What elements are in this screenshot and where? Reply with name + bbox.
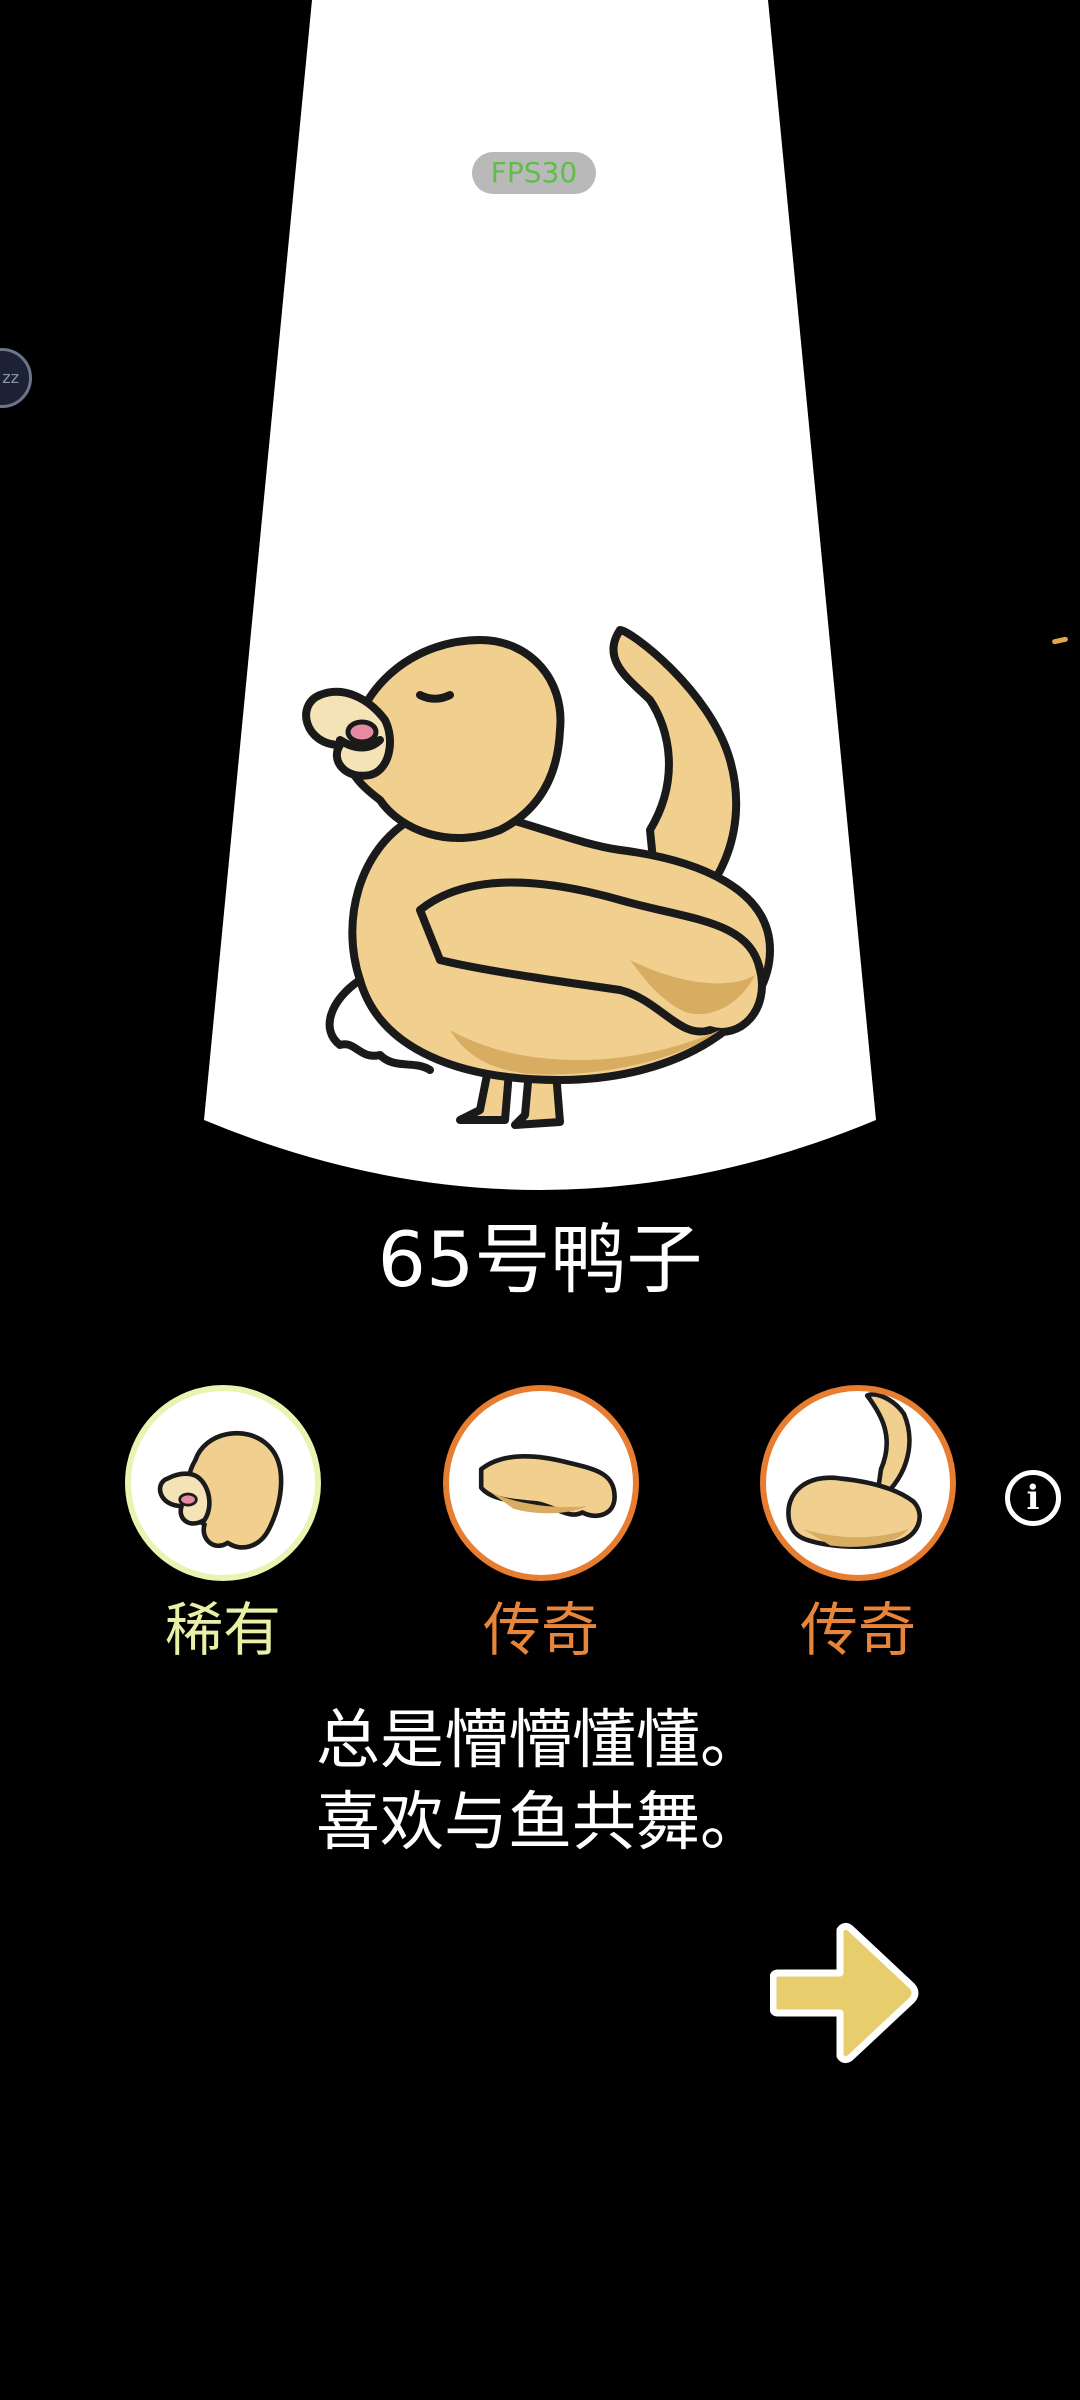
part-wing-rarity: 传奇 xyxy=(482,1596,599,1664)
description-line-2: 喜欢与鱼共舞。 xyxy=(316,1786,764,1860)
part-body-badge[interactable] xyxy=(760,1385,956,1581)
duck-wing-icon xyxy=(478,1454,617,1518)
duck-description: 总是懵懵懂懂。 喜欢与鱼共舞。 xyxy=(0,1700,1080,1864)
duck-illustration xyxy=(302,626,774,1129)
part-wing-badge[interactable] xyxy=(443,1385,639,1581)
duck-reveal-screen: FPS30 zz 65号鸭子 稀有 传奇 传奇 i 总是懵懵懂懂。 喜欢与鱼共舞… xyxy=(0,0,1080,2400)
part-body-rarity: 传奇 xyxy=(799,1596,916,1664)
fps-counter: FPS30 xyxy=(472,152,596,194)
right-arrow-icon[interactable] xyxy=(770,1918,920,2068)
duck-body-icon xyxy=(786,1392,922,1550)
description-line-1: 总是懵懵懂懂。 xyxy=(316,1704,764,1778)
part-head-badge[interactable] xyxy=(125,1385,321,1581)
part-head-rarity: 稀有 xyxy=(164,1596,281,1664)
info-icon[interactable]: i xyxy=(1005,1470,1061,1526)
duck-name: 65号鸭子 xyxy=(377,1215,703,1304)
duck-head-icon xyxy=(157,1430,284,1550)
